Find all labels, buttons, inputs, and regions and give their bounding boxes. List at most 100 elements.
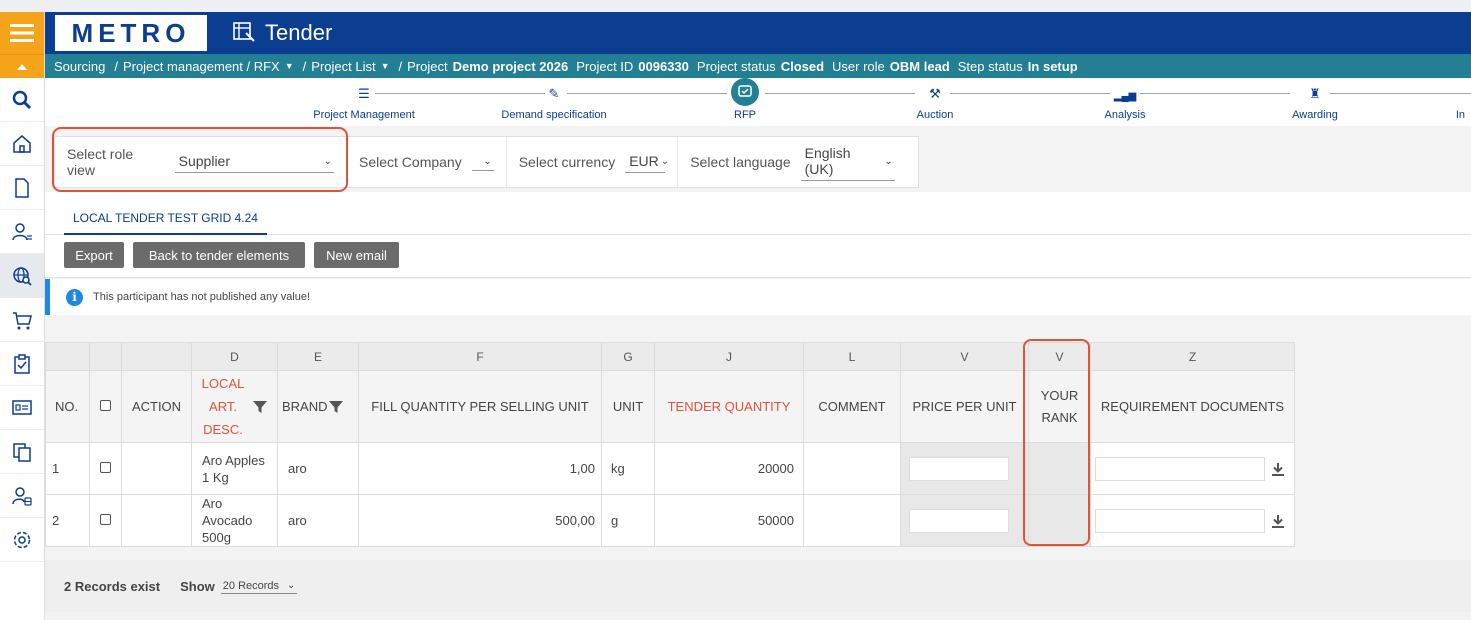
step-rfp[interactable]: RFP — [675, 78, 815, 121]
step-label: RFP — [734, 109, 756, 121]
caret-down-icon[interactable]: ▼ — [381, 61, 390, 71]
filter-icon[interactable] — [328, 399, 344, 415]
tender-icon — [233, 22, 255, 42]
document-input[interactable] — [1095, 508, 1265, 533]
step-demand-specification[interactable]: ✎ Demand specification — [484, 78, 624, 121]
step-label: Project Management — [313, 109, 415, 121]
sidebar-item-presentation[interactable] — [0, 386, 44, 430]
project-id: 0096330 — [638, 58, 689, 74]
column-letter: E — [277, 342, 359, 371]
currency-value: EUR — [629, 153, 659, 169]
header-local-art-desc[interactable]: LOCAL ART. DESC. — [191, 370, 278, 443]
cell-brand: aro — [277, 494, 359, 547]
header-brand[interactable]: BRAND — [277, 370, 359, 443]
document-icon — [15, 177, 29, 198]
metro-logo[interactable]: METRO — [55, 15, 207, 51]
tab-local-tender-test-grid[interactable]: LOCAL TENDER TEST GRID 4.24 — [64, 202, 267, 235]
step-progress: ☰ Project Management ✎ Demand specificat… — [45, 78, 1471, 126]
company-select[interactable]: ⌄ — [471, 154, 494, 171]
sidebar-item-user-settings[interactable] — [0, 474, 44, 518]
header-requirement-documents: REQUIREMENT DOCUMENTS — [1090, 370, 1295, 443]
records-per-page-select[interactable]: 20 Records ⌄ — [220, 579, 298, 594]
home-icon — [13, 134, 31, 153]
app-header: METRO Tender — [45, 12, 1471, 54]
gavel-icon: ⚒ — [925, 86, 945, 102]
new-email-button[interactable]: New email — [314, 242, 399, 268]
tab-bar: LOCAL TENDER TEST GRID 4.24 — [45, 192, 1471, 235]
row-checkbox[interactable] — [100, 462, 111, 473]
header-price-per-unit: PRICE PER UNIT — [900, 370, 1029, 443]
download-icon[interactable] — [1271, 514, 1285, 528]
sidebar-item-home[interactable] — [0, 122, 44, 166]
user-role: OBM lead — [889, 58, 950, 74]
show-label: Show — [180, 578, 215, 594]
clipboard-icon — [14, 353, 30, 374]
breadcrumb: Sourcing / Project management / RFX ▼ / … — [45, 54, 1471, 78]
sidebar-item-cart[interactable] — [0, 298, 44, 342]
pen-icon: ✎ — [544, 86, 564, 102]
caret-down-icon[interactable]: ▼ — [285, 61, 294, 71]
language-filter: Select language English (UK) ⌄ — [678, 137, 906, 187]
cell-fill-quantity: 500,00 — [358, 494, 602, 547]
price-input[interactable] — [909, 456, 1009, 481]
header-unit: UNIT — [601, 370, 655, 443]
project-status-label: Project status — [696, 58, 776, 74]
header-brand-label: BRAND — [282, 399, 328, 414]
breadcrumb-separator: / — [302, 58, 307, 74]
column-letter — [121, 342, 192, 371]
tender-grid: D E F G J L V V Z NO. ACTION LOCAL ART. … — [45, 342, 1295, 547]
bar-chart-icon: ▂▄▆ — [1109, 91, 1141, 102]
cell-no: 1 — [45, 442, 90, 495]
language-value: English (UK) — [804, 145, 851, 177]
cell-requirement-documents — [1090, 442, 1295, 495]
step-analysis[interactable]: ▂▄▆ Analysis — [1055, 78, 1195, 121]
currency-select[interactable]: EUR ⌄ — [625, 151, 669, 173]
collapse-button[interactable] — [0, 54, 44, 78]
records-per-page-value: 20 Records — [222, 579, 280, 592]
user-role-label: User role — [832, 58, 885, 74]
sidebar-item-settings[interactable] — [0, 518, 44, 562]
breadcrumb-project-list[interactable]: Project List — [311, 59, 375, 74]
step-auction[interactable]: ⚒ Auction — [865, 78, 1005, 121]
sidebar-item-clipboard[interactable] — [0, 342, 44, 386]
sidebar-item-search[interactable] — [0, 78, 44, 122]
cell-tender-quantity: 20000 — [654, 442, 804, 495]
sidebar-item-global-search[interactable] — [0, 254, 44, 298]
menu-button[interactable] — [0, 12, 44, 54]
cell-tender-quantity: 50000 — [654, 494, 804, 547]
sidebar-item-users[interactable] — [0, 210, 44, 254]
app-title: Tender — [265, 20, 333, 45]
cell-checkbox — [89, 442, 122, 495]
sidebar-item-copy[interactable] — [0, 430, 44, 474]
hamburger-icon — [10, 24, 34, 42]
column-letter: D — [191, 342, 278, 371]
header-fill-quantity: FILL QUANTITY PER SELLING UNIT — [358, 370, 602, 443]
select-all-checkbox[interactable] — [100, 400, 111, 411]
price-input[interactable] — [909, 508, 1009, 533]
step-label: Awarding — [1292, 109, 1338, 121]
records-count: 2 Records exist — [64, 578, 161, 594]
sidebar-item-documents[interactable] — [0, 166, 44, 210]
chevron-down-icon: ⌄ — [660, 155, 670, 167]
row-checkbox[interactable] — [100, 514, 111, 525]
download-icon[interactable] — [1271, 462, 1285, 476]
export-button[interactable]: Export — [64, 242, 124, 268]
document-input[interactable] — [1095, 456, 1265, 481]
copy-icon — [13, 442, 31, 462]
project-name: Demo project 2026 — [452, 58, 569, 74]
award-icon: ♜ — [1305, 86, 1325, 102]
step-project-management[interactable]: ☰ Project Management — [294, 78, 434, 121]
language-select[interactable]: English (UK) ⌄ — [800, 143, 895, 181]
rfp-icon — [738, 85, 752, 97]
filter-icon[interactable] — [252, 399, 268, 415]
step-label: Auction — [916, 109, 954, 121]
step-awarding[interactable]: ♜ Awarding — [1245, 78, 1385, 121]
column-letter: F — [358, 342, 602, 371]
breadcrumb-project-management[interactable]: Project management / RFX — [123, 59, 280, 74]
cell-comment — [803, 494, 901, 547]
your-rank-highlight — [1023, 339, 1090, 546]
back-to-tender-elements-button[interactable]: Back to tender elements — [133, 242, 305, 268]
breadcrumb-sourcing[interactable]: Sourcing — [54, 59, 105, 74]
caret-up-icon — [17, 63, 27, 70]
step-next[interactable]: In — [1425, 78, 1465, 121]
